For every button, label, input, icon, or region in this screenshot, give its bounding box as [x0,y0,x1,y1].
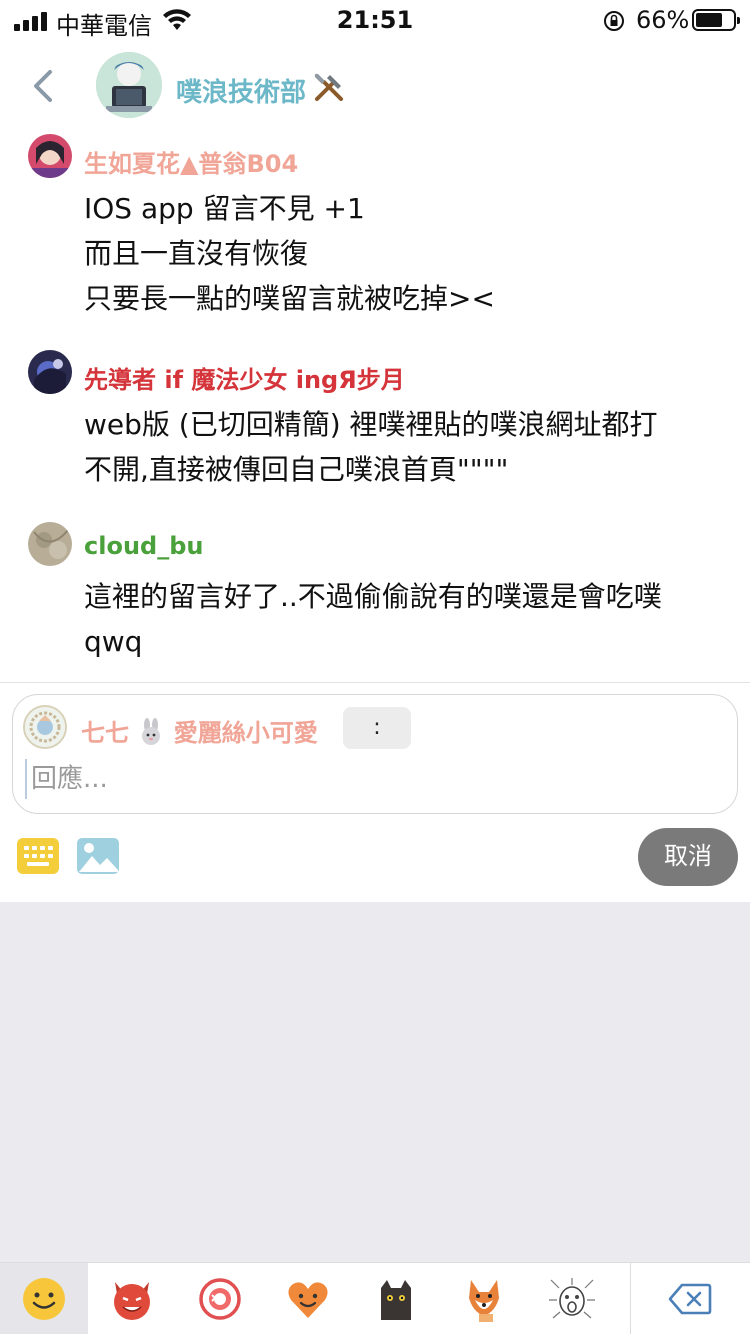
comment-author[interactable]: 先導者 if 魔法少女 ingЯ步月 [84,360,405,395]
divider [0,682,750,683]
status-bar: 中華電信 21:51 66% [0,0,750,42]
shocked-sketch-icon [549,1278,595,1319]
comment-author[interactable]: 生如夏花▲普翁B04 [84,144,298,179]
tab-heart[interactable] [264,1263,352,1334]
battery-percent: 66% [636,6,690,34]
reply-user-name: 七七 愛麗絲小可愛 [81,713,318,748]
rotation-lock-icon [604,11,624,31]
header: 噗浪技術部 [0,42,750,132]
avatar [23,705,67,749]
reply-box: 七七 愛麗絲小可愛 : [12,694,738,814]
reply-input[interactable] [25,759,715,799]
image-icon[interactable] [76,836,120,876]
battery-icon [692,9,740,31]
comment-line: qwq [84,625,143,658]
divider [630,1263,631,1334]
comment-line: 而且一直沒有恢復 [84,237,309,270]
devil-face-icon [114,1282,150,1320]
cancel-button[interactable]: 取消 [638,828,738,886]
tab-smiley[interactable] [0,1263,88,1334]
avatar[interactable] [28,134,72,178]
black-cat-icon [381,1280,411,1320]
karma-icon [199,1278,241,1320]
comment-text: IOS app 留言不見 +1 而且一直沒有恢復 只要長一點的噗留言就被吃掉>< [84,186,724,321]
fox-icon [469,1280,499,1322]
user-name-part: 七七 [81,719,129,747]
tab-cat[interactable] [352,1263,440,1334]
tab-devil[interactable] [88,1263,176,1334]
group-avatar[interactable] [96,52,162,118]
emoji-tab-bar [0,1262,750,1334]
qualifier-selector[interactable]: : [343,707,411,749]
tab-sketch[interactable] [528,1263,616,1334]
page-title: 噗浪技術部 [176,78,307,108]
user-name-part: 愛麗絲小可愛 [173,719,318,747]
tools-icon [314,73,343,101]
comment-text: web版 (已切回精簡) 裡噗裡貼的噗浪網址都打 不開,直接被傳回自己噗浪首頁"… [84,402,724,492]
comment-author[interactable]: cloud_bu [84,532,203,560]
keyboard-icon[interactable] [16,836,60,876]
comment-line: web版 (已切回精簡) 裡噗裡貼的噗浪網址都打 [84,408,658,441]
avatar[interactable] [28,350,72,394]
tab-fox[interactable] [440,1263,528,1334]
heart-face-icon [288,1282,328,1318]
comment-line: 不開,直接被傳回自己噗浪首頁"""" [84,453,509,486]
back-button[interactable] [28,66,58,106]
avatar[interactable] [28,522,72,566]
rabbit-icon [142,718,161,745]
comment-line: 這裡的留言好了..不過偷偷說有的噗還是會吃噗 [84,580,662,613]
backspace-icon [668,1283,712,1315]
emoji-panel [0,902,750,1262]
tab-karma[interactable] [176,1263,264,1334]
comment-line: 只要長一點的噗留言就被吃掉>< [84,282,495,315]
smiley-face-icon [23,1278,65,1320]
delete-button[interactable] [650,1263,730,1334]
comment-line: IOS app 留言不見 +1 [84,192,365,225]
comment-text: 這裡的留言好了..不過偷偷說有的噗還是會吃噗 qwq [84,574,724,664]
